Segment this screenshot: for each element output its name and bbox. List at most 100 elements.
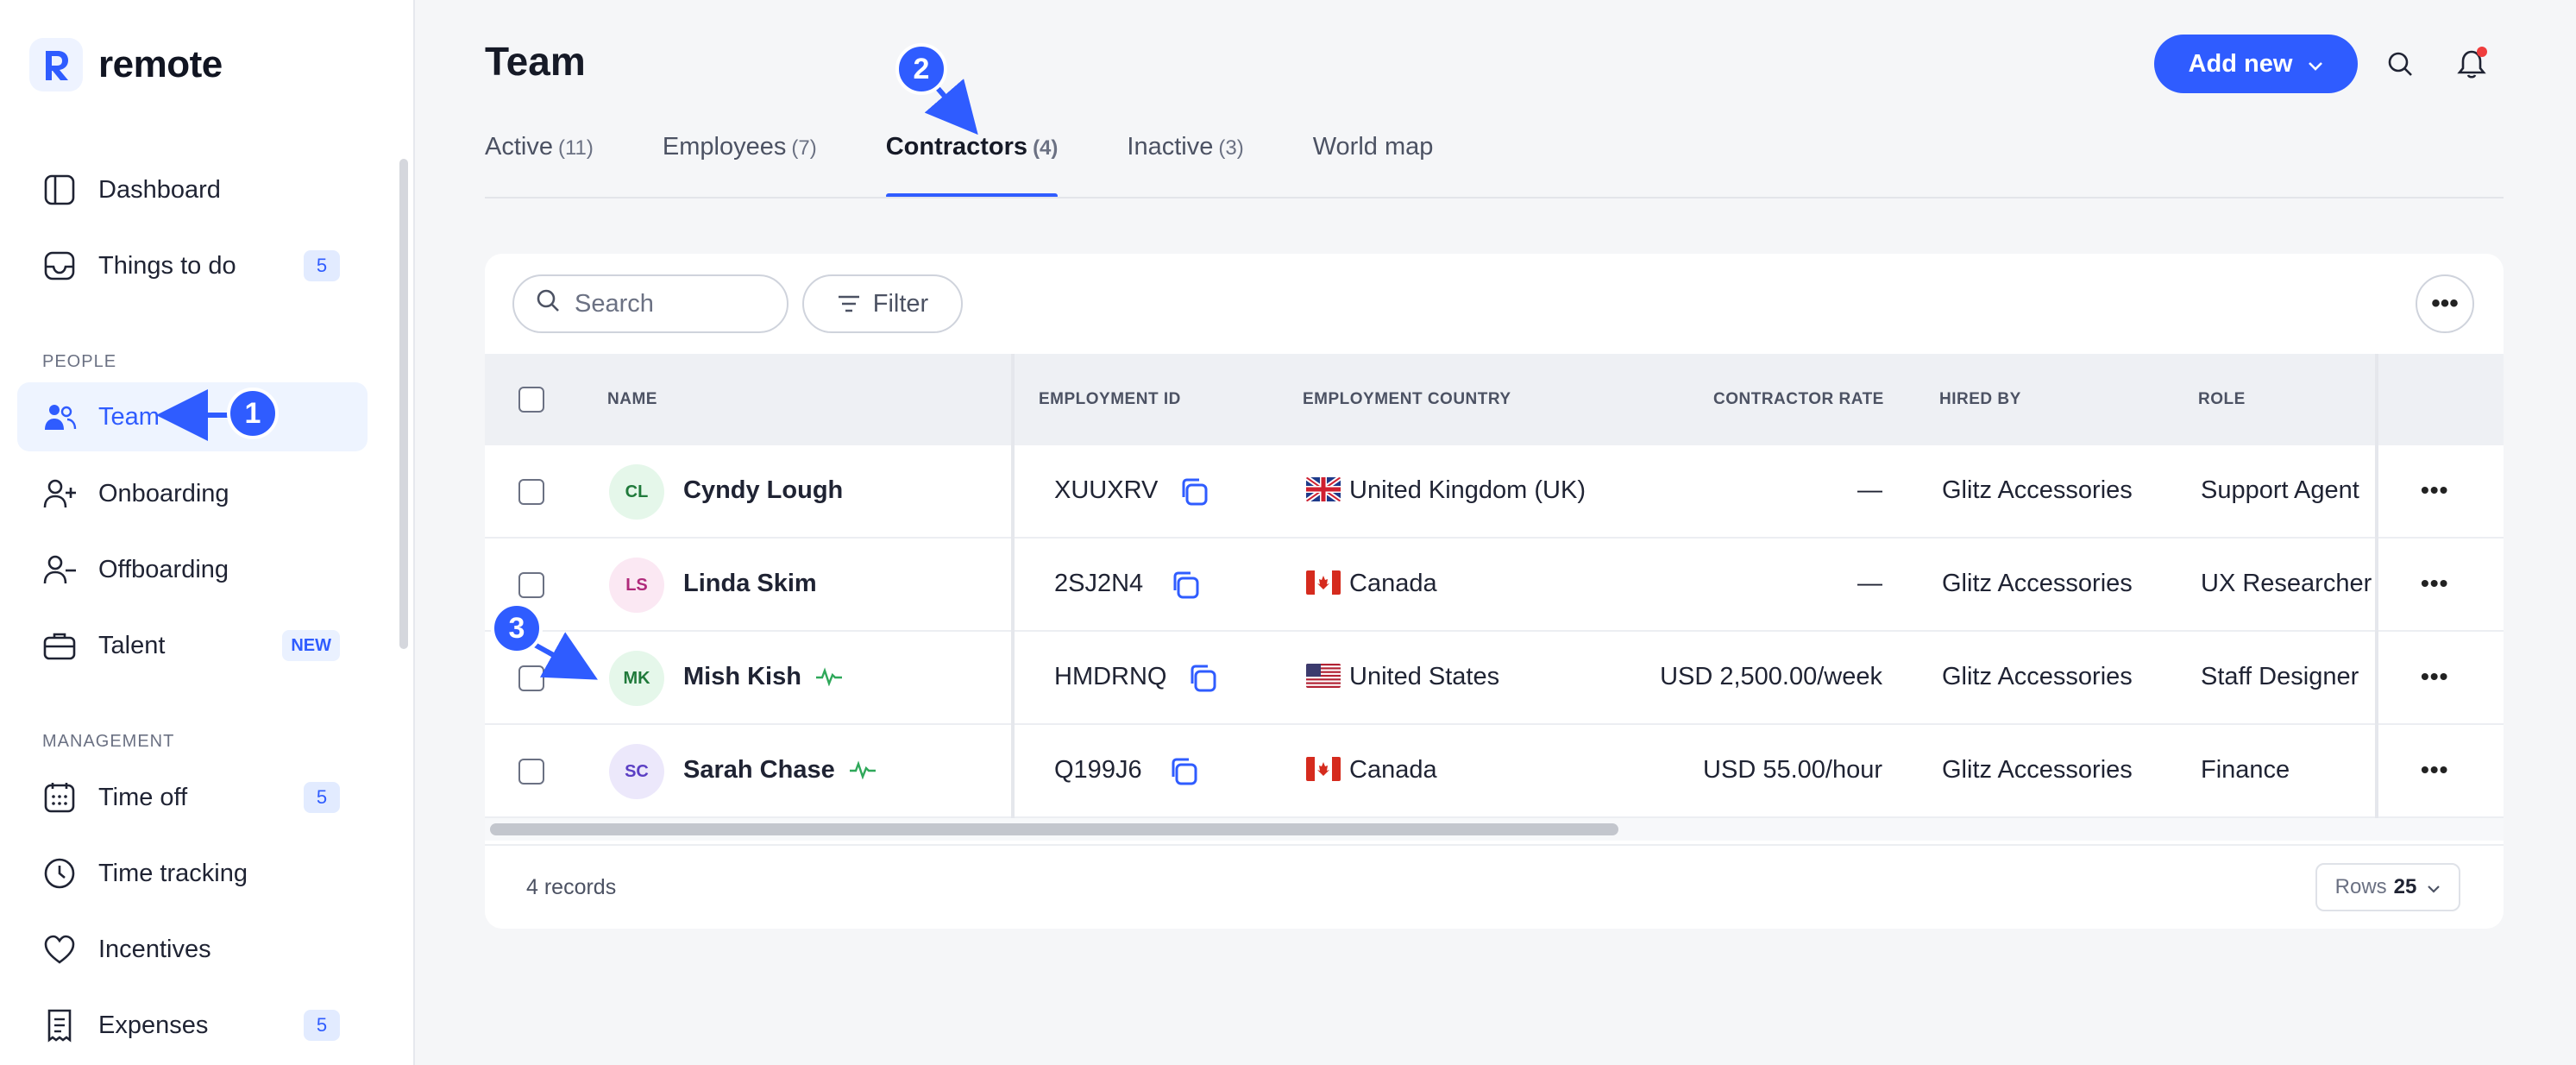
scrollbar-thumb[interactable] [490, 823, 1618, 835]
column-header-employment-country[interactable]: EMPLOYMENT COUNTRY [1303, 390, 1511, 409]
contractor-rate: USD 55.00/hour [1703, 756, 1882, 784]
table-row[interactable]: CL Cyndy Lough XUUXRV United Kingdom (UK… [485, 445, 2504, 539]
table-row[interactable]: MK Mish Kish HMDRNQ United States USD 2,… [485, 632, 2504, 725]
search-input[interactable]: Search [512, 274, 789, 333]
sidebar-item-offboarding[interactable]: Offboarding [17, 535, 368, 604]
copy-icon[interactable] [1185, 661, 1220, 696]
contractor-name[interactable]: Cyndy Lough [683, 476, 843, 505]
tab-label: World map [1312, 133, 1434, 161]
role: Staff Designer [2201, 663, 2359, 690]
search-icon[interactable] [2381, 45, 2419, 83]
employment-country: Canada [1306, 756, 1437, 785]
section-label-people: PEOPLE [42, 352, 117, 371]
annotation-marker-1: 1 [227, 388, 279, 439]
footer-divider [485, 844, 2504, 846]
brand-name: remote [98, 43, 223, 85]
sticky-column-shadow-right [2375, 354, 2378, 818]
chevron-down-icon [2308, 50, 2323, 79]
hired-by: Glitz Accessories [1942, 756, 2133, 784]
contractor-rate: — [1857, 570, 1882, 597]
sidebar-scrollbar[interactable] [399, 159, 408, 649]
sidebar-item-label: Things to do [98, 251, 236, 280]
avatar: LS [609, 558, 664, 613]
row-actions-icon[interactable]: ••• [2421, 476, 2448, 504]
sidebar-item-time-off[interactable]: Time off 5 [17, 763, 368, 832]
tab-world-map[interactable]: World map [1313, 133, 1434, 199]
tab-active[interactable]: Active (11) [485, 133, 594, 199]
country-label: United States [1349, 663, 1500, 690]
column-header-name[interactable]: NAME [607, 390, 657, 409]
sidebar-item-incentives[interactable]: Incentives [17, 915, 368, 984]
heart-icon [41, 931, 78, 967]
employment-id: Q199J6 [1054, 756, 1142, 784]
row-checkbox[interactable] [518, 572, 544, 598]
select-all-checkbox[interactable] [518, 387, 544, 413]
add-new-button[interactable]: Add new [2154, 35, 2358, 93]
uk-flag-icon [1306, 477, 1341, 501]
receipt-icon [41, 1007, 78, 1043]
row-actions-icon[interactable]: ••• [2421, 663, 2448, 690]
sidebar-item-onboarding[interactable]: Onboarding [17, 459, 368, 528]
employment-country: United Kingdom (UK) [1306, 476, 1586, 505]
more-options-button[interactable]: ••• [2416, 274, 2474, 333]
contractor-name[interactable]: Sarah Chase [683, 756, 876, 786]
column-header-employment-id[interactable]: EMPLOYMENT ID [1039, 390, 1181, 409]
copy-icon[interactable] [1177, 475, 1211, 509]
avatar: SC [609, 744, 664, 799]
horizontal-scrollbar[interactable] [485, 818, 2504, 841]
new-badge: NEW [282, 630, 340, 661]
filter-label: Filter [872, 289, 929, 318]
column-header-contractor-rate[interactable]: CONTRACTOR RATE [1713, 390, 1884, 409]
contractor-name[interactable]: Mish Kish [683, 663, 843, 693]
us-flag-icon [1306, 664, 1341, 688]
user-minus-icon [41, 551, 78, 588]
annotation-marker-3: 3 [491, 602, 543, 654]
column-header-hired-by[interactable]: HIRED BY [1939, 390, 2021, 409]
bell-icon[interactable] [2453, 45, 2491, 83]
row-actions-icon[interactable]: ••• [2421, 756, 2448, 784]
team-tabs: Active (11) Employees (7) Contractors (4) I… [485, 133, 1502, 199]
activity-pulse-icon [815, 665, 843, 693]
copy-icon[interactable] [1168, 568, 1203, 602]
row-checkbox[interactable] [518, 479, 544, 505]
tab-label: Employees [662, 133, 787, 161]
tabs-divider [485, 197, 2504, 199]
tab-contractors[interactable]: Contractors (4) [885, 133, 1058, 199]
column-header-role[interactable]: ROLE [2198, 390, 2246, 409]
brand-logo[interactable]: remote [29, 38, 223, 91]
sidebar-item-team[interactable]: Team [17, 382, 368, 451]
sidebar-item-label: Incentives [98, 935, 211, 963]
copy-icon[interactable] [1166, 754, 1201, 789]
rows-value: 25 [2393, 875, 2417, 898]
contractor-rate: USD 2,500.00/week [1660, 663, 1882, 690]
activity-pulse-icon [849, 758, 876, 786]
rows-label: Rows [2334, 875, 2387, 898]
count-badge: 5 [304, 1010, 340, 1041]
table-row[interactable]: LS Linda Skim 2SJ2N4 Canada — Glitz Acce… [485, 539, 2504, 632]
contractor-name[interactable]: Linda Skim [683, 570, 817, 598]
employment-id: HMDRNQ [1054, 663, 1167, 690]
sticky-column-shadow-left [1011, 354, 1015, 818]
page-title: Team [485, 39, 586, 84]
hired-by: Glitz Accessories [1942, 663, 2133, 690]
sidebar-item-time-tracking[interactable]: Time tracking [17, 839, 368, 908]
tab-label: Inactive [1127, 133, 1214, 161]
sidebar-item-things-to-do[interactable]: Things to do 5 [17, 231, 368, 300]
sidebar-item-dashboard[interactable]: Dashboard [17, 155, 368, 224]
row-actions-icon[interactable]: ••• [2421, 570, 2448, 597]
sidebar-item-label: Talent [98, 631, 166, 659]
rows-per-page-select[interactable]: Rows 25 [2315, 863, 2460, 911]
sidebar-item-expenses[interactable]: Expenses 5 [17, 991, 368, 1060]
tab-employees[interactable]: Employees (7) [663, 133, 817, 199]
sidebar-item-talent[interactable]: Talent NEW [17, 611, 368, 680]
tab-inactive[interactable]: Inactive (3) [1127, 133, 1243, 199]
row-checkbox[interactable] [518, 759, 544, 785]
role: Support Agent [2201, 476, 2359, 504]
canada-flag-icon [1306, 570, 1341, 595]
table-header: NAME EMPLOYMENT ID EMPLOYMENT COUNTRY CO… [485, 354, 2504, 445]
row-checkbox[interactable] [518, 665, 544, 691]
annotation-arrow-2 [924, 79, 978, 135]
role: UX Researcher [2201, 570, 2372, 597]
filter-button[interactable]: Filter [802, 274, 963, 333]
table-row[interactable]: SC Sarah Chase Q199J6 Canada USD 55.00/h… [485, 725, 2504, 818]
